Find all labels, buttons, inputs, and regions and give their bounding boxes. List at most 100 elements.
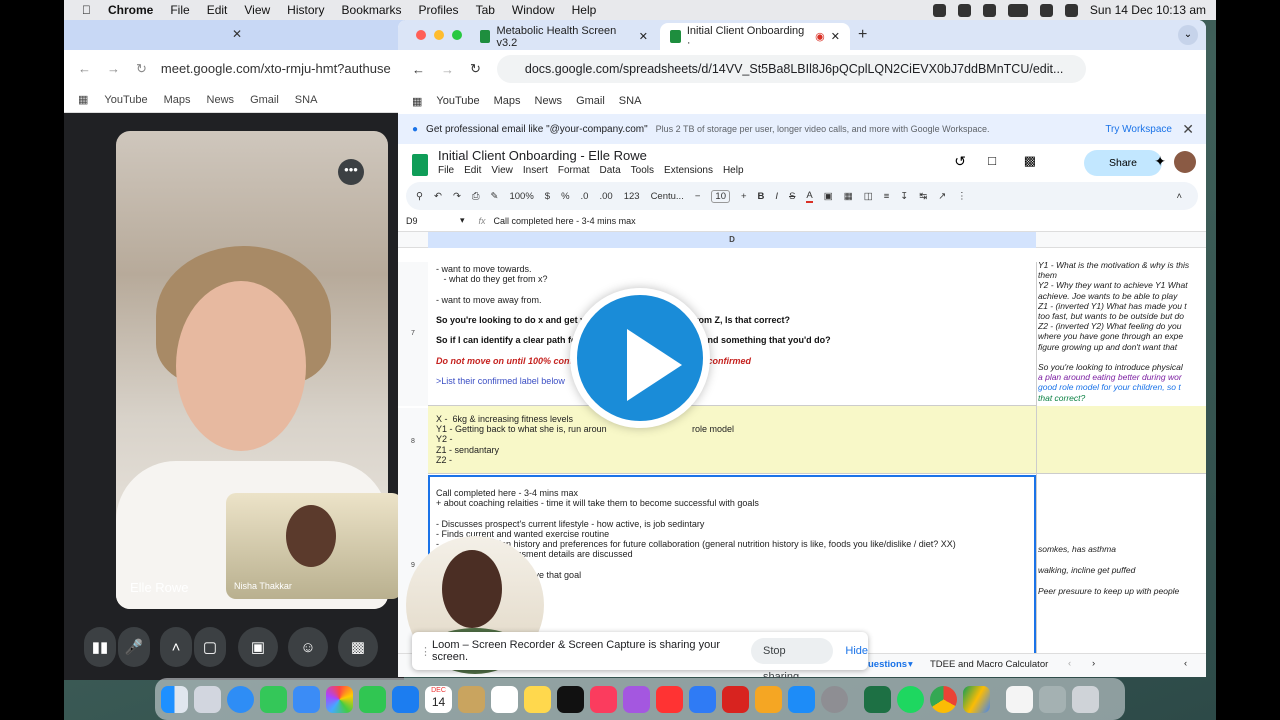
tab-metabolic[interactable]: Metabolic Health Screen v3.2 ✕ [470,23,658,50]
calendar-icon[interactable]: DEC 14 [425,685,452,713]
menu-window[interactable]: Window [512,3,555,17]
search-menu-icon[interactable]: ⚲ [416,191,423,202]
menu-view[interactable]: View [244,3,270,17]
sheets-logo-icon[interactable] [412,154,428,176]
doc-menu-edit[interactable]: Edit [464,165,481,176]
valign-icon[interactable]: ↧ [900,191,908,202]
app-store-icon[interactable] [788,685,815,713]
menu-file[interactable]: File [170,3,189,17]
tab-search-icon[interactable]: ⌄ [1178,25,1198,45]
scroll-tabs-right-icon[interactable]: › [1092,658,1095,669]
strikethrough-icon[interactable]: S [789,191,795,202]
notes-icon[interactable] [524,685,551,713]
tv-icon[interactable] [557,685,584,713]
participant-tile-self[interactable]: Nisha Thakkar [226,493,402,599]
scroll-tabs-left-icon[interactable]: ‹ [1068,658,1071,669]
captions-icon[interactable]: ▩ [338,627,378,667]
spotify-icon[interactable] [897,685,924,713]
doc-menu-format[interactable]: Format [558,165,590,176]
present-screen-icon[interactable]: ▣ [238,627,278,667]
sound-icon[interactable]: ▮▮ [84,627,116,667]
align-icon[interactable]: ≡ [884,191,890,202]
menu-tab[interactable]: Tab [476,3,495,17]
meet-tab-close-icon[interactable]: ✕ [232,27,242,41]
chevron-up-icon[interactable]: ˄ [160,627,192,667]
minimize-window-dot[interactable] [434,30,444,40]
sheet-tab-menu-icon[interactable]: ▾ [908,659,913,670]
row-number-7[interactable]: 7 [398,262,428,406]
status-icon[interactable] [932,3,946,17]
sheet-tab-questions[interactable]: uestions [868,659,907,670]
number-format-button[interactable]: 123 [624,191,640,202]
back-icon[interactable]: ← [412,62,425,77]
back-icon[interactable]: ← [78,61,91,76]
bookmark-sna[interactable]: SNA [295,94,318,106]
try-workspace-link[interactable]: Try Workspace [1105,124,1172,135]
doc-menu-data[interactable]: Data [600,165,621,176]
excel-icon[interactable] [864,685,891,713]
doc-menu-view[interactable]: View [491,165,513,176]
messages-icon[interactable] [260,685,287,713]
share-button[interactable]: Share [1084,150,1162,176]
reload-icon[interactable]: ↻ [136,61,147,77]
tab-close-icon[interactable]: ✕ [831,30,840,43]
trash-icon[interactable] [1072,685,1099,713]
close-promo-icon[interactable]: ✕ [1182,121,1194,138]
meet-url[interactable]: meet.google.com/xto-rmju-hmt?authuse [161,61,391,76]
more-icon[interactable]: ⋮ [957,191,967,202]
currency-button[interactable]: $ [545,191,550,202]
name-box-dropdown-icon[interactable]: ▾ [460,215,465,226]
settings-gear-icon[interactable] [392,685,419,713]
menu-profiles[interactable]: Profiles [419,3,459,17]
meet-omnibox[interactable]: ← → ↻ meet.google.com/xto-rmju-hmt?authu… [64,50,404,87]
close-window-dot[interactable] [416,30,426,40]
doc-menu-help[interactable]: Help [723,165,744,176]
mail-icon[interactable] [293,685,320,713]
increase-decimal-button[interactable]: .00 [599,191,612,202]
stop-sharing-button[interactable]: Stop sharing [751,638,834,683]
tab-close-icon[interactable]: ✕ [639,30,648,43]
address-bar[interactable]: docs.google.com/spreadsheets/d/14VV_St5B… [496,55,1086,83]
bookmark-news[interactable]: News [535,95,563,107]
bookmark-maps[interactable]: Maps [164,94,191,106]
document-icon[interactable] [1006,685,1033,713]
sheet-tab-tdee[interactable]: TDEE and Macro Calculator [930,659,1048,670]
comment-icon[interactable]: □ [988,153,996,168]
forward-icon[interactable]: → [441,62,454,77]
print-icon[interactable]: ⎙ [472,191,480,202]
font-size-input[interactable]: 10 [711,189,730,203]
zoom-window-dot[interactable] [452,30,462,40]
column-header-d[interactable]: D [428,232,1036,248]
reminders-icon[interactable] [491,685,518,713]
wifi-icon[interactable] [1039,3,1053,17]
paint-format-icon[interactable]: ✎ [491,191,499,202]
redo-icon[interactable]: ↷ [453,191,461,202]
apps-icon[interactable]: ▦ [412,95,422,108]
row-number-8[interactable]: 8 [398,408,428,476]
chrome-icon[interactable] [930,685,957,713]
decrease-decimal-button[interactable]: .0 [581,191,589,202]
doc-menu-insert[interactable]: Insert [523,165,548,176]
folder-icon[interactable] [458,685,485,713]
bookmark-sna[interactable]: SNA [619,95,642,107]
apps-icon[interactable]: ▦ [78,93,88,106]
fill-color-icon[interactable]: ▣ [824,191,833,202]
new-tab-button[interactable]: + [858,26,867,44]
drag-handle-icon[interactable]: ⋮ [420,645,431,658]
battery-icon[interactable] [1007,3,1028,17]
collapse-side-icon[interactable]: ‹ [1184,658,1187,669]
menu-bookmarks[interactable]: Bookmarks [342,3,402,17]
font-select[interactable]: Centu... [651,191,684,202]
status-icon[interactable] [957,3,971,17]
apple-icon[interactable]:  [82,3,91,17]
font-size-plus[interactable]: + [741,191,747,202]
safari-icon[interactable] [227,685,254,713]
music-icon[interactable] [590,685,617,713]
name-box[interactable]: D9 [398,216,460,226]
gemini-icon[interactable]: ✦ [1154,153,1166,170]
history-icon[interactable]: ↺ [954,153,966,170]
bookmark-youtube[interactable]: YouTube [436,95,479,107]
merge-icon[interactable]: ◫ [864,191,873,202]
bookmark-youtube[interactable]: YouTube [104,94,147,106]
doc-menu-file[interactable]: File [438,165,454,176]
